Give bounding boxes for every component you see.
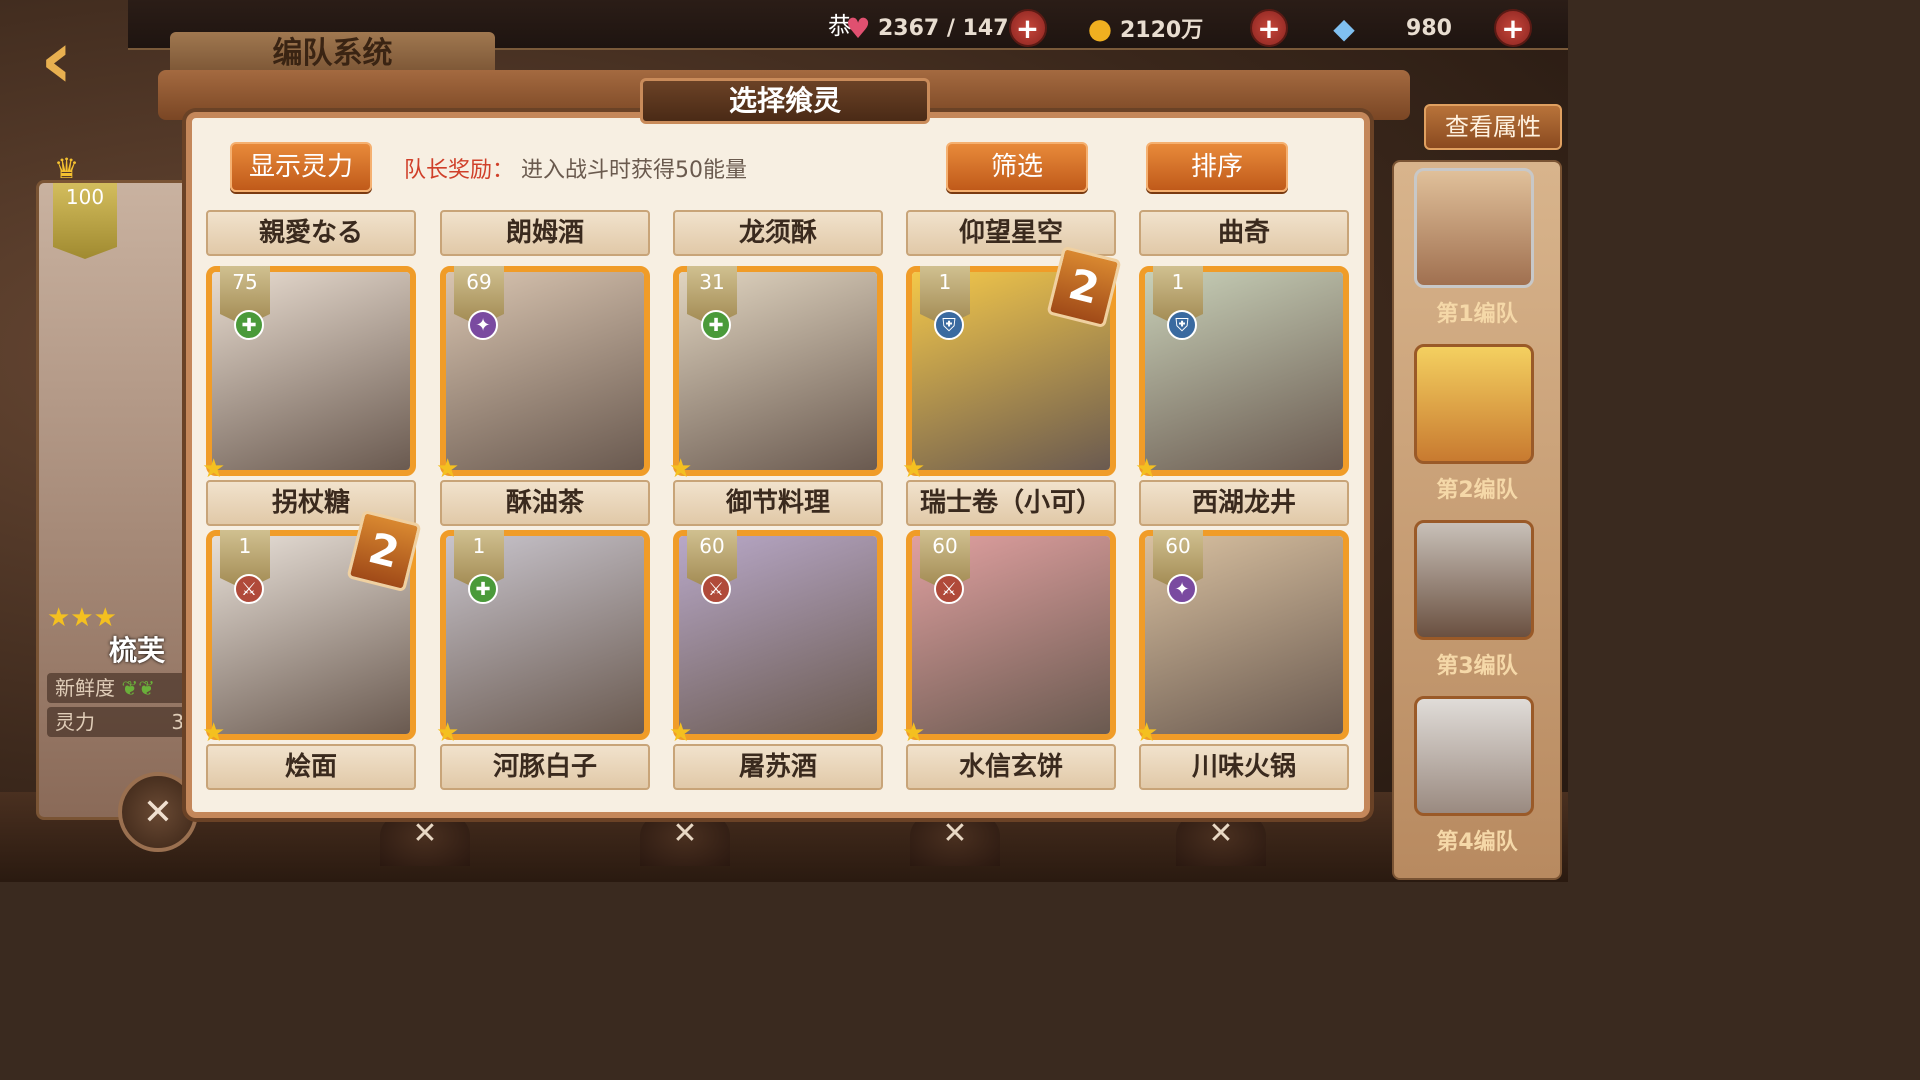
leader-spirit: 灵力 3: [47, 707, 193, 737]
team-1-slot[interactable]: [1414, 168, 1534, 288]
star-icon: ★: [1135, 454, 1159, 484]
spirit-name: 水信玄饼: [906, 744, 1116, 790]
spirit-name: 屠苏酒: [673, 744, 883, 790]
spirit-name: 河豚白子: [440, 744, 650, 790]
team-4-label[interactable]: 第4编队: [1394, 824, 1560, 856]
diamond-resource: ◆ 980 +: [1324, 9, 1532, 47]
gold-resource: ● 2120万 +: [1080, 9, 1288, 47]
spirit-name: 烩面: [206, 744, 416, 790]
dialog-title: 选择飨灵: [640, 78, 930, 124]
spirit-card[interactable]: 1 ⚔ ★ 2 烩面: [202, 478, 422, 790]
crystal-icon: ◆: [1333, 11, 1355, 45]
star-icon: ★: [436, 454, 460, 484]
plus-icon: ✚: [468, 574, 498, 604]
sword-icon: ⚔: [701, 574, 731, 604]
spirit-card[interactable]: 31 ✚ ★ 御节料理: [669, 214, 883, 526]
spirit-card[interactable]: 1 ⛨ ★ 西湖龙井: [1135, 214, 1349, 526]
star-icon: ★: [902, 454, 926, 484]
star-icon: ✦: [468, 310, 498, 340]
leader-card[interactable]: 100 ★★★ 梳芙 新鲜度 ❦❦ 灵力 3: [36, 180, 196, 820]
spirit-value: 3: [171, 710, 185, 734]
star-icon: ★: [669, 718, 693, 748]
sword-icon: ⚔: [934, 574, 964, 604]
team-sidebar: 第1编队 第2编队 第3编队 第4编队: [1392, 160, 1562, 880]
spirit-card[interactable]: 1 ✚ ★ 河豚白子: [436, 478, 650, 790]
coin-icon: ●: [1087, 11, 1113, 45]
team-2-slot[interactable]: [1414, 344, 1534, 464]
stamina-value: 2367 / 147: [878, 15, 1009, 41]
spirit-card[interactable]: 1 ⛨ ★ 2 瑞士卷（小可）: [902, 214, 1122, 526]
heart-icon: ♥: [845, 11, 871, 45]
filter-button[interactable]: 筛选: [946, 142, 1088, 192]
leader-level-badge: 100: [53, 183, 117, 259]
spirit-card[interactable]: 60 ⚔ ★ 屠苏酒: [669, 478, 883, 790]
view-attributes-button[interactable]: 查看属性: [1424, 104, 1562, 150]
spirit-card[interactable]: 69 ✦ ★ 酥油茶: [436, 214, 650, 526]
shield-icon: ⛨: [934, 310, 964, 340]
star-icon: ★: [202, 718, 226, 748]
team-3-slot[interactable]: [1414, 520, 1534, 640]
spirit-label: 灵力: [55, 710, 95, 734]
back-arrow-icon[interactable]: ‹: [40, 20, 130, 100]
spirit-card[interactable]: 75 ✚ ★ 拐杖糖: [202, 214, 416, 526]
sword-icon: ⚔: [234, 574, 264, 604]
star-icon: ★: [202, 454, 226, 484]
plus-icon: ✚: [701, 310, 731, 340]
sort-button[interactable]: 排序: [1146, 142, 1288, 192]
captain-bonus-text: 进入战斗时获得50能量: [521, 158, 748, 183]
diamond-value: 980: [1406, 15, 1452, 41]
team-2-label[interactable]: 第2编队: [1394, 472, 1560, 504]
gold-add-button[interactable]: +: [1250, 9, 1288, 47]
plus-icon: ✚: [234, 310, 264, 340]
team-4-slot[interactable]: [1414, 696, 1534, 816]
spirit-card[interactable]: 60 ✦ ★ 川味火锅: [1135, 478, 1349, 790]
star-icon: ★: [436, 718, 460, 748]
star-icon: ★: [902, 718, 926, 748]
show-spirit-button[interactable]: 显示灵力: [230, 142, 372, 192]
diamond-add-button[interactable]: +: [1494, 9, 1532, 47]
crown-icon: ♛: [54, 152, 80, 185]
team-1-label[interactable]: 第1编队: [1394, 296, 1560, 328]
leaf-icon: ❦❦: [121, 676, 155, 700]
stamina-add-button[interactable]: +: [1008, 9, 1047, 47]
team-3-label[interactable]: 第3编队: [1394, 648, 1560, 680]
freshness-label: 新鲜度: [55, 676, 115, 700]
leader-freshness: 新鲜度 ❦❦: [47, 673, 193, 703]
leader-stars: ★★★: [47, 603, 117, 633]
captain-bonus: 队长奖励： 进入战斗时获得50能量: [404, 152, 747, 184]
gold-value: 2120万: [1120, 18, 1204, 43]
spirit-name: 川味火锅: [1139, 744, 1349, 790]
leader-name: 梳芙: [109, 634, 166, 667]
spirit-card[interactable]: 60 ⚔ ★ 水信玄饼: [902, 478, 1116, 790]
star-icon: ★: [669, 454, 693, 484]
star-icon: ✦: [1167, 574, 1197, 604]
star-icon: ★: [1135, 718, 1159, 748]
stamina-resource: ♥ 2367 / 147 +: [838, 9, 1047, 47]
shield-icon: ⛨: [1167, 310, 1197, 340]
captain-bonus-key: 队长奖励：: [404, 158, 515, 183]
